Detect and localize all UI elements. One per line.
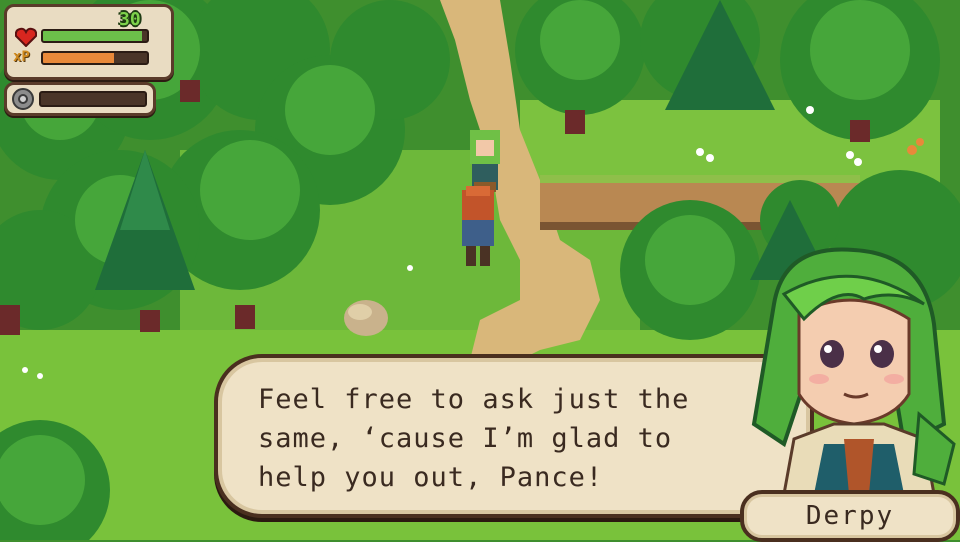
equipment-bar	[39, 91, 147, 107]
xp-bar-fill	[43, 53, 114, 63]
dialog-text: Feel free to ask just the same, ‘cause I…	[258, 384, 690, 493]
status-hud: 30 xP	[4, 4, 174, 80]
speaker-name-tag: Derpy	[740, 490, 960, 542]
xp-bar	[41, 51, 149, 65]
xp-icon: xP	[13, 49, 30, 65]
heart-icon	[15, 27, 37, 47]
speaker-portrait	[751, 247, 956, 494]
hp-bar	[41, 29, 149, 43]
npc-sprite	[470, 130, 500, 192]
hp-value: 30	[119, 9, 141, 30]
equipment-hud	[4, 82, 156, 116]
gear-icon	[12, 88, 34, 110]
hp-bar-fill	[43, 31, 142, 41]
speaker-name: Derpy	[805, 501, 895, 531]
dialog-box[interactable]: Feel free to ask just the same, ‘cause I…	[214, 354, 814, 518]
